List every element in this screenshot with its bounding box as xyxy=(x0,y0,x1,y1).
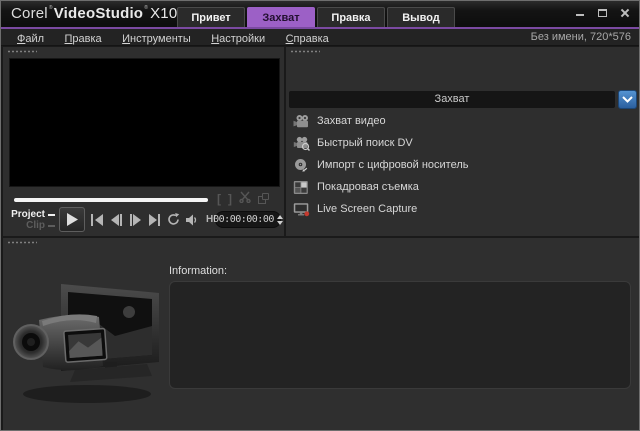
volume-icon[interactable] xyxy=(186,214,199,226)
collapse-panel-button[interactable] xyxy=(618,90,637,109)
titlebar: Corel®VideoStudio®X10 Привет Захват Прав… xyxy=(1,1,639,27)
mode-tabs: Привет Захват Правка Вывод xyxy=(177,7,455,27)
app-logo: Corel®VideoStudio®X10 xyxy=(11,5,177,22)
preview-screen xyxy=(9,58,280,187)
window-controls xyxy=(574,7,631,19)
repeat-icon[interactable] xyxy=(167,213,180,226)
scrubber-bar[interactable] xyxy=(14,198,208,202)
menubar: Файл Правка Инструменты Настройки Справк… xyxy=(1,29,639,46)
dv-quick-scan-icon xyxy=(292,135,310,151)
cut-icon[interactable] xyxy=(239,191,251,206)
capture-panel: Захват Захват видео Быстрый поиск DV xyxy=(286,47,639,236)
import-digital-media-icon xyxy=(292,157,310,173)
project-mode-text: Project xyxy=(11,209,45,220)
stop-motion-icon xyxy=(292,179,310,195)
information-panel: Information: xyxy=(3,238,639,430)
dv-quick-scan-item[interactable]: Быстрый поиск DV xyxy=(292,132,633,154)
menu-tools[interactable]: Инструменты xyxy=(122,31,191,48)
capture-panel-header: Захват xyxy=(289,91,615,108)
document-status: Без имени, 720*576 xyxy=(531,29,631,46)
panel-grip[interactable] xyxy=(7,241,37,244)
project-mode-label[interactable]: Project xyxy=(9,209,55,220)
stepper-up-icon[interactable] xyxy=(277,215,283,219)
tab-edit[interactable]: Правка xyxy=(317,7,385,27)
play-button[interactable] xyxy=(59,207,85,232)
capture-item-label: Покадровая съемка xyxy=(317,181,419,193)
capture-options-list: Захват видео Быстрый поиск DV Импорт с ц… xyxy=(292,110,633,220)
capture-item-label: Импорт с цифровой носитель xyxy=(317,159,469,171)
menu-file[interactable]: Файл xyxy=(17,31,44,48)
information-box xyxy=(169,281,631,389)
capture-item-label: Live Screen Capture xyxy=(317,203,417,215)
maximize-icon[interactable] xyxy=(596,7,609,19)
menu-settings[interactable]: Настройки xyxy=(211,31,265,48)
playback-mode-switch: Project Clip xyxy=(9,209,55,231)
timecode-stepper xyxy=(277,215,283,225)
trademark-mark: ® xyxy=(144,5,148,11)
mark-in-button[interactable]: [ xyxy=(217,192,221,206)
end-icon[interactable] xyxy=(148,214,161,226)
timecode-field[interactable]: 00:00:00:00 xyxy=(215,211,281,228)
panel-grip[interactable] xyxy=(290,50,320,53)
live-screen-capture-item[interactable]: Live Screen Capture xyxy=(292,198,633,220)
logo-version: X10 xyxy=(150,5,177,22)
information-label: Information: xyxy=(169,265,227,277)
tab-capture[interactable]: Захват xyxy=(247,7,315,27)
logo-brand: Corel xyxy=(11,5,48,22)
import-digital-media-item[interactable]: Импорт с цифровой носитель xyxy=(292,154,633,176)
preview-panel: [ ] Project Clip xyxy=(3,47,284,236)
capture-item-label: Быстрый поиск DV xyxy=(317,137,413,149)
panel-grip[interactable] xyxy=(7,50,37,53)
capture-panel-title: Захват xyxy=(435,93,470,105)
timecode-value[interactable]: 00:00:00:00 xyxy=(213,214,274,225)
enlarge-icon[interactable] xyxy=(258,193,269,204)
videostudio-window: Corel®VideoStudio®X10 Привет Захват Прав… xyxy=(0,0,640,431)
camcorder-illustration xyxy=(9,266,167,416)
capture-video-item[interactable]: Захват видео xyxy=(292,110,633,132)
play-icon xyxy=(66,213,78,226)
clip-mode-text: Clip xyxy=(26,220,45,231)
home-icon[interactable] xyxy=(91,214,104,226)
clip-mode-label[interactable]: Clip xyxy=(9,220,55,231)
menu-edit[interactable]: Правка xyxy=(65,31,102,48)
tab-welcome[interactable]: Привет xyxy=(177,7,245,27)
stepper-down-icon[interactable] xyxy=(277,221,283,225)
previous-frame-icon[interactable] xyxy=(110,214,123,226)
next-frame-icon[interactable] xyxy=(129,214,142,226)
tab-share[interactable]: Вывод xyxy=(387,7,455,27)
trim-toolbar: [ ] xyxy=(217,191,283,206)
trademark-mark: ® xyxy=(49,5,53,11)
minimize-icon[interactable] xyxy=(574,7,587,19)
mark-out-button[interactable]: ] xyxy=(228,192,232,206)
chevron-down-icon xyxy=(622,96,633,103)
stop-motion-item[interactable]: Покадровая съемка xyxy=(292,176,633,198)
logo-product: VideoStudio xyxy=(54,5,143,22)
transport-controls: HD xyxy=(91,213,220,226)
capture-item-label: Захват видео xyxy=(317,115,386,127)
capture-video-icon xyxy=(292,113,310,129)
menu-help[interactable]: Справка xyxy=(286,31,329,48)
close-icon[interactable] xyxy=(618,7,631,19)
live-screen-capture-icon xyxy=(292,201,310,217)
